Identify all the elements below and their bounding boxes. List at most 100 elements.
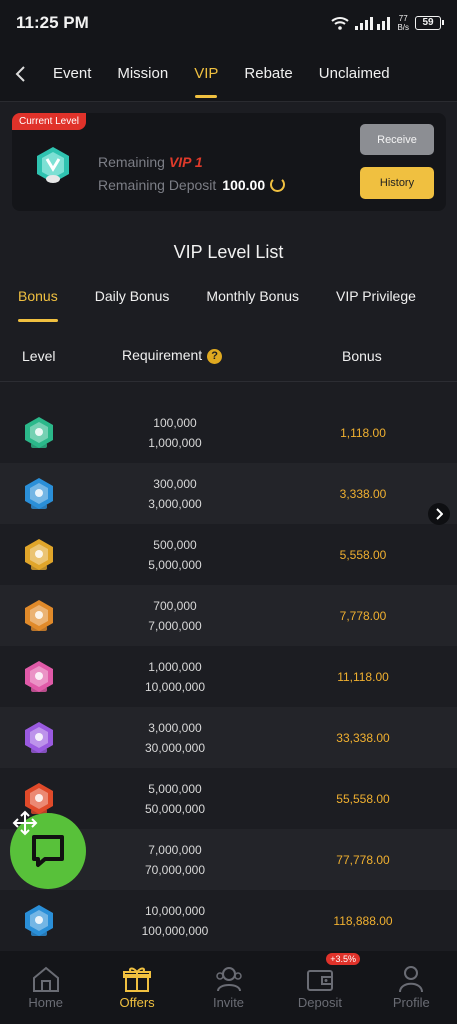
table-row: 3,000,000 30,000,000 33,338.00 — [0, 707, 457, 768]
requirement-values: 700,000 7,000,000 — [115, 596, 235, 636]
requirement-bet: 7,000,000 — [148, 618, 202, 633]
requirement-values: 500,000 5,000,000 — [115, 535, 235, 575]
bonus-value: 7,778.00 — [339, 608, 387, 623]
requirement-bet: 100,000,000 — [141, 923, 209, 938]
scroll-right-button[interactable] — [428, 503, 450, 525]
requirement-deposit: 7,000,000 — [148, 842, 202, 857]
requirement-deposit: 5,000,000 — [148, 781, 202, 796]
subtab-monthly-bonus[interactable]: Monthly Bonus — [206, 288, 299, 322]
requirement-values: 100,000 1,000,000 — [115, 413, 235, 453]
bonus-value: 33,338.00 — [336, 730, 390, 745]
vip-badge-icon — [22, 659, 56, 695]
table-row: 700,000 7,000,000 7,778.00 — [0, 585, 457, 646]
requirement-deposit: 700,000 — [153, 598, 197, 613]
wifi-icon — [331, 17, 350, 30]
history-button[interactable]: History — [360, 167, 434, 199]
bonus-value: 3,338.00 — [339, 486, 387, 501]
vip-level-list-title: VIP Level List — [173, 242, 284, 262]
home-icon — [32, 966, 59, 992]
chat-icon — [32, 835, 64, 867]
next-vip-level: VIP 1 — [168, 154, 203, 170]
deposit-promo-badge: +3.5% — [326, 953, 360, 965]
bonus-value: 118,888.00 — [333, 913, 393, 928]
vip-badge-icon — [22, 903, 56, 939]
chevron-left-icon — [15, 65, 25, 82]
bottom-nav-home[interactable]: Home — [0, 951, 91, 1024]
requirement-deposit: 10,000,000 — [144, 903, 206, 918]
table-row: 1,000,000 10,000,000 11,118.00 — [0, 646, 457, 707]
requirement-values: 7,000,000 70,000,000 — [115, 840, 235, 880]
table-row-partial — [0, 386, 457, 402]
requirement-deposit: 100,000 — [153, 415, 197, 430]
table-header: Level Requirement? Bonus — [0, 330, 457, 382]
battery-icon: 59 — [415, 16, 444, 30]
tab-event[interactable]: Event — [40, 46, 104, 102]
tab-mission[interactable]: Mission — [104, 46, 181, 102]
bonus-value: 5,558.00 — [339, 547, 387, 562]
invite-icon — [215, 967, 242, 992]
vip-level-icon — [37, 147, 69, 183]
signal-icon — [355, 17, 391, 30]
bonus-value: 55,558.00 — [336, 791, 390, 806]
requirement-bet: 5,000,000 — [148, 557, 202, 572]
header-requirement: Requirement? — [122, 347, 223, 364]
profile-icon — [399, 966, 424, 993]
status-icons: 77 B/s 59 — [331, 14, 444, 32]
help-icon[interactable]: ? — [207, 349, 223, 364]
requirement-values: 1,000,000 10,000,000 — [115, 657, 235, 697]
bonus-sub-tabs: Bonus Daily Bonus Monthly Bonus VIP Priv… — [0, 288, 457, 322]
subtab-daily-bonus[interactable]: Daily Bonus — [95, 288, 170, 322]
table-row: 100,000 1,000,000 1,118.00 — [0, 402, 457, 463]
vip-badge-icon — [22, 537, 56, 573]
chevron-right-icon — [436, 508, 443, 520]
table-row: 300,000 3,000,000 3,338.00 — [0, 463, 457, 524]
requirement-values: 5,000,000 50,000,000 — [115, 779, 235, 819]
bonus-value: 1,118.00 — [340, 425, 386, 440]
receive-button[interactable]: Receive — [360, 124, 434, 155]
bottom-nav: Home Offers Invite Deposit +3.5% Profile — [0, 951, 457, 1024]
requirement-deposit: 300,000 — [153, 476, 197, 491]
bottom-nav-deposit[interactable]: Deposit +3.5% — [274, 951, 365, 1024]
header-level: Level — [22, 347, 56, 364]
vip-badge-icon — [22, 415, 56, 451]
bottom-nav-profile[interactable]: Profile — [366, 951, 457, 1024]
requirement-bet: 70,000,000 — [144, 862, 206, 877]
wallet-icon — [306, 970, 333, 991]
tab-vip[interactable]: VIP — [181, 46, 231, 102]
remaining-deposit-line: Remaining Deposit 100.00 — [98, 177, 286, 193]
remaining-level-line: Remaining VIP 1 — [98, 154, 203, 170]
requirement-bet: 1,000,000 — [148, 435, 202, 450]
bottom-nav-offers[interactable]: Offers — [91, 951, 182, 1024]
bonus-value: 11,118.00 — [337, 669, 389, 684]
table-row: 500,000 5,000,000 5,558.00 — [0, 524, 457, 585]
requirement-deposit: 500,000 — [153, 537, 197, 552]
requirement-bet: 50,000,000 — [144, 801, 206, 816]
bottom-nav-invite[interactable]: Invite — [183, 951, 274, 1024]
tab-unclaimed[interactable]: Unclaimed — [306, 46, 403, 102]
bonus-value: 77,778.00 — [336, 852, 390, 867]
requirement-bet: 10,000,000 — [144, 679, 206, 694]
requirement-values: 300,000 3,000,000 — [115, 474, 235, 514]
top-nav: Event Mission VIP Rebate Unclaimed — [0, 46, 457, 102]
vip-badge-icon — [22, 598, 56, 634]
subtab-vip-privilege[interactable]: VIP Privilege — [336, 288, 416, 322]
refresh-icon[interactable] — [270, 177, 286, 192]
subtab-bonus[interactable]: Bonus — [18, 288, 58, 322]
requirement-values: 3,000,000 30,000,000 — [115, 718, 235, 758]
gift-icon — [123, 967, 152, 992]
back-button[interactable] — [0, 46, 40, 102]
header-bonus: Bonus — [342, 347, 382, 364]
remaining-deposit-value: 100.00 — [222, 177, 266, 193]
status-time: 11:25 PM — [16, 13, 89, 32]
network-speed: 77 B/s — [397, 14, 409, 32]
requirement-values: 10,000,000 100,000,000 — [115, 901, 235, 941]
requirement-deposit: 3,000,000 — [148, 720, 202, 735]
move-arrows-icon — [12, 810, 38, 836]
drag-handle-icon[interactable] — [12, 810, 38, 836]
requirement-deposit: 1,000,000 — [148, 659, 202, 674]
current-level-card: Current Level Remaining VIP 1 Remaining D… — [12, 113, 446, 211]
tab-rebate[interactable]: Rebate — [231, 46, 305, 102]
requirement-bet: 30,000,000 — [144, 740, 206, 755]
requirement-bet: 3,000,000 — [148, 496, 202, 511]
status-bar: 11:25 PM 77 B/s 59 — [0, 0, 457, 46]
